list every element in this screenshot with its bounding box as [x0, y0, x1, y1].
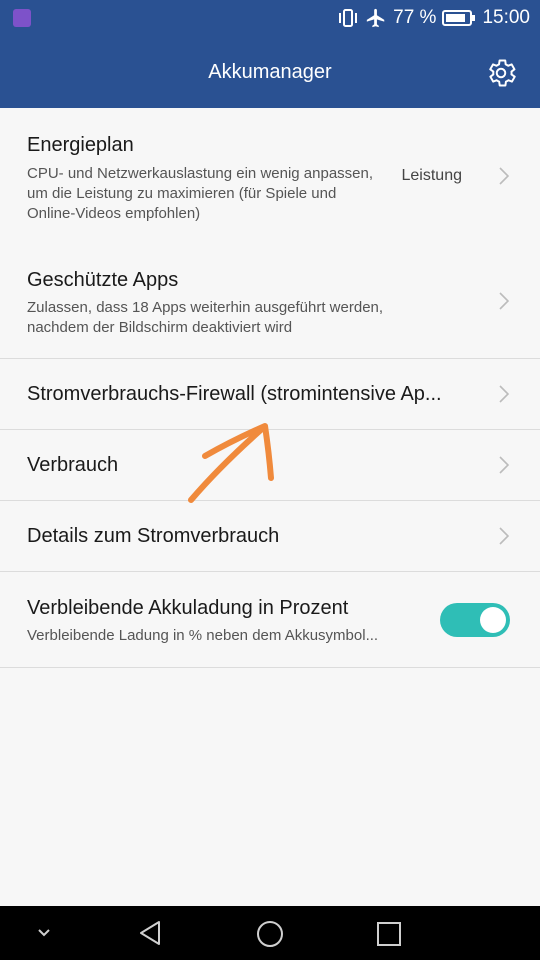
battery-percent: 77 %: [393, 7, 437, 28]
battery-icon: [442, 10, 476, 26]
home-icon[interactable]: [255, 919, 285, 949]
row-title: Stromverbrauchs-Firewall (stromintensive…: [27, 383, 442, 405]
list-item-akkuladung-prozent: Verbleibende Akkuladung in Prozent Verbl…: [0, 572, 540, 668]
recent-apps-icon[interactable]: [376, 921, 402, 947]
clock: 15:00: [482, 7, 530, 28]
navigation-bar: [0, 906, 540, 960]
battery-percent-toggle[interactable]: [440, 603, 510, 637]
list-item-details-stromverbrauch[interactable]: Details zum Stromverbrauch: [0, 501, 540, 572]
row-title: Details zum Stromverbrauch: [27, 525, 280, 547]
status-icons: 77 % 15:00: [337, 0, 530, 36]
hide-navbar-chevron-down-icon[interactable]: [36, 927, 52, 939]
row-subtitle: Verbleibende Ladung in % neben dem Akkus…: [27, 627, 379, 644]
gear-icon: [489, 59, 516, 87]
page-title: Akkumanager: [208, 61, 332, 83]
chevron-right-icon: [499, 385, 510, 403]
back-icon[interactable]: [137, 919, 165, 947]
app-bar: Akkumanager: [0, 36, 540, 108]
notification-app-icon: [13, 9, 31, 27]
chevron-right-icon: [499, 167, 510, 185]
airplane-mode-icon: [366, 8, 385, 28]
row-title: Verbrauch: [27, 454, 119, 476]
chevron-right-icon: [499, 456, 510, 474]
vibrate-icon: [339, 9, 358, 27]
row-value: Leistung: [401, 167, 463, 184]
row-subtitle: CPU- und Netzwerkauslastung ein wenig an…: [27, 165, 374, 222]
chevron-right-icon: [499, 527, 510, 545]
settings-list: Energieplan CPU- und Netzwerkauslastung …: [0, 108, 540, 668]
list-item-geschuetzte-apps[interactable]: Geschützte Apps Zulassen, dass 18 Apps w…: [0, 242, 540, 359]
list-item-energieplan[interactable]: Energieplan CPU- und Netzwerkauslastung …: [0, 108, 540, 242]
settings-button[interactable]: [484, 56, 518, 90]
annotation-arrow-icon: [188, 423, 274, 503]
row-subtitle: Zulassen, dass 18 Apps weiterhin ausgefü…: [27, 299, 384, 336]
toggle-knob: [480, 607, 506, 633]
row-title: Geschützte Apps: [27, 269, 179, 291]
row-title: Verbleibende Akkuladung in Prozent: [27, 597, 349, 619]
chevron-right-icon: [499, 292, 510, 310]
status-bar: 77 % 15:00: [0, 0, 540, 36]
row-title: Energieplan: [27, 134, 134, 156]
